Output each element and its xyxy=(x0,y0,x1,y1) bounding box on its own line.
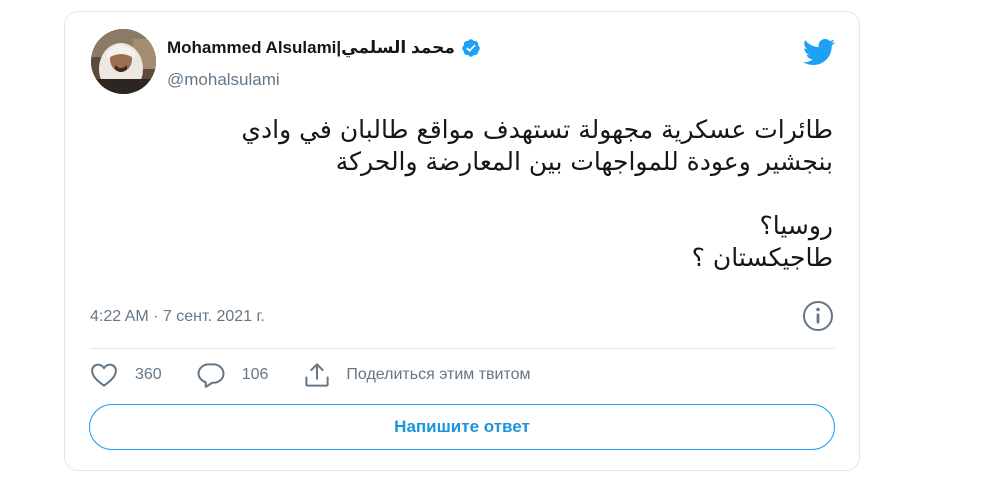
avatar-image xyxy=(91,29,156,94)
reply-count-button[interactable]: 106 xyxy=(196,360,269,390)
tweet-text: طائرات عسكرية مجهولة تستهدف مواقع طالبان… xyxy=(133,114,833,274)
verified-badge-icon xyxy=(462,39,480,57)
tweet-line: روسيا؟ xyxy=(759,211,833,240)
like-count: 360 xyxy=(135,366,162,383)
author-display-name[interactable]: Mohammed Alsulami|محمد السلمي xyxy=(167,38,455,58)
speech-bubble-icon xyxy=(197,363,225,388)
share-label: Поделиться этим твитом xyxy=(346,366,531,383)
share-button[interactable]: Поделиться этим твитом xyxy=(302,360,531,390)
avatar[interactable] xyxy=(91,29,156,94)
tweet-line: طائرات عسكرية مجهولة تستهدف مواقع طالبان… xyxy=(241,115,833,144)
tweet-line: بنجشير وعودة للمواجهات بين المعارضة والح… xyxy=(335,147,833,176)
like-button[interactable]: 360 xyxy=(89,360,162,390)
divider xyxy=(90,348,834,349)
write-reply-button[interactable]: Напишите ответ xyxy=(89,404,835,450)
share-icon xyxy=(305,363,330,387)
tweet-timestamp[interactable]: 4:22 AM · 7 сент. 2021 г. xyxy=(90,308,265,326)
tweet-line: طاجيكستان ؟ xyxy=(691,243,833,272)
info-icon[interactable] xyxy=(801,299,835,333)
twitter-bird-icon[interactable] xyxy=(803,38,835,66)
tweet-card: Mohammed Alsulami|محمد السلمي @mohalsula… xyxy=(64,11,860,471)
reply-count: 106 xyxy=(241,366,269,383)
author-handle[interactable]: @mohalsulami xyxy=(167,70,280,90)
tweet-actions: 360 106 Поделиться этим твитом xyxy=(89,360,531,390)
author-name-row[interactable]: Mohammed Alsulami|محمد السلمي xyxy=(167,38,481,58)
heart-icon xyxy=(91,363,117,387)
